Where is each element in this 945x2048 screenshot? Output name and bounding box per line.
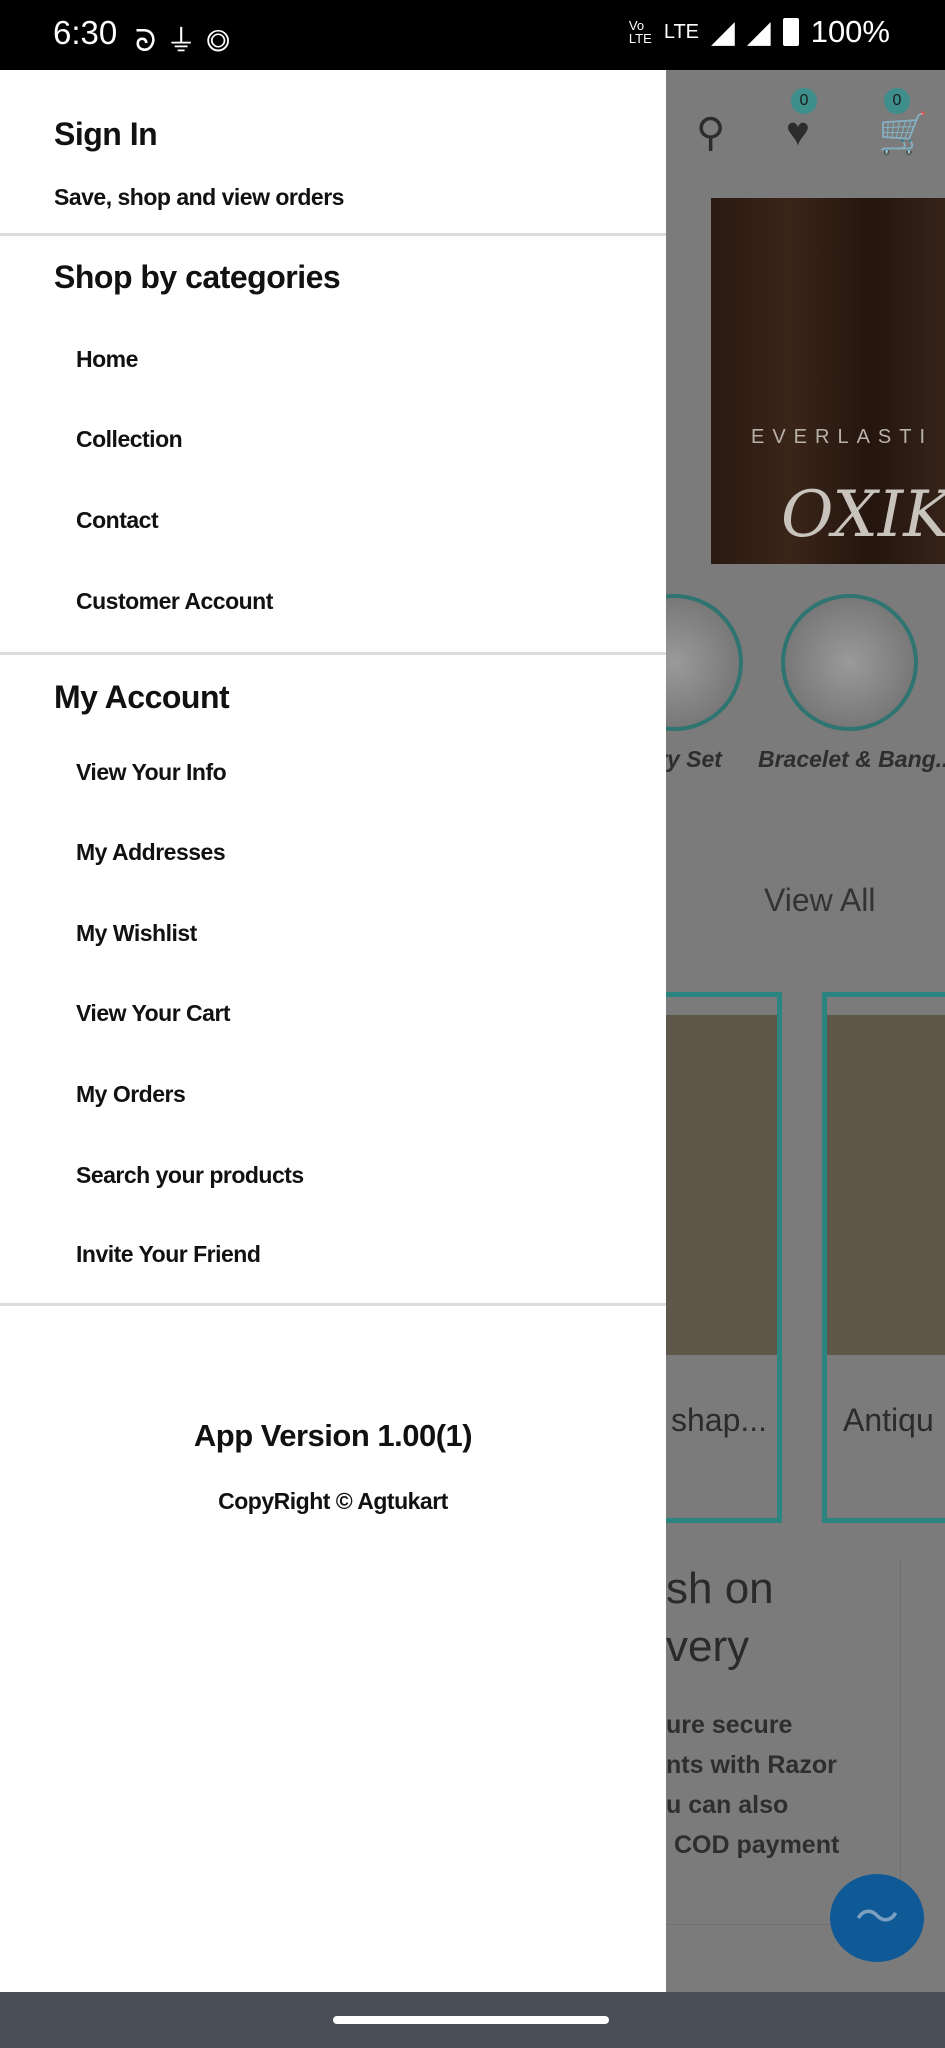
notification-icons: ᘐ⏚◎ (135, 16, 240, 60)
copyright: CopyRight © Agtukart (218, 1488, 448, 1514)
product-name: shap... (671, 1402, 768, 1438)
product-image (666, 1015, 777, 1355)
promo-banner: EVERLASTI OXIK (711, 198, 945, 564)
cod-text: ure secure (666, 1711, 793, 1739)
cod-title: sh on (666, 1564, 774, 1613)
menu-item-addresses[interactable]: My Addresses (76, 839, 226, 866)
category-image (781, 594, 918, 731)
cod-info-box: sh on very ure secure nts with Razor u ca… (666, 1560, 901, 1925)
menu-item-contact[interactable]: Contact (76, 507, 159, 534)
menu-item-wishlist[interactable]: My Wishlist (76, 920, 197, 947)
battery-percent: 100% (810, 14, 890, 49)
system-nav-bar (0, 1992, 945, 2048)
menu-item-customer-account[interactable]: Customer Account (76, 588, 273, 615)
signal-icon: ◢ (711, 14, 735, 49)
menu-item-view-info[interactable]: View Your Info (76, 759, 227, 786)
sign-in-link[interactable]: Sign In (54, 116, 158, 153)
product-card: Antiqu (822, 992, 945, 1523)
menu-item-collection[interactable]: Collection (76, 426, 183, 453)
wishlist-count-badge: 0 (791, 88, 817, 114)
category-label: Bracelet & Bang... (758, 746, 945, 772)
menu-item-invite-friend[interactable]: Invite Your Friend (76, 1241, 261, 1268)
heart-icon: ♥ (786, 110, 810, 154)
divider (0, 652, 666, 655)
sign-in-subtitle: Save, shop and view orders (54, 184, 344, 210)
search-icon: ⚲ (696, 111, 726, 155)
app-version: App Version 1.00(1) (193, 1418, 473, 1453)
lte-label: LTE (663, 20, 700, 43)
divider (0, 233, 666, 236)
banner-logo-text: OXIK (781, 478, 945, 552)
cart-icon: 🛒 (878, 112, 928, 156)
menu-item-cart[interactable]: View Your Cart (76, 1000, 231, 1027)
cod-text: nts with Razor (666, 1751, 837, 1779)
status-time: 6:30 (53, 14, 118, 51)
menu-item-search-products[interactable]: Search your products (76, 1162, 304, 1189)
home-gesture-handle[interactable] (333, 2016, 609, 2024)
cod-text: COD payment (674, 1831, 840, 1859)
product-image (827, 1015, 945, 1355)
battery-charging-icon (782, 18, 799, 46)
menu-item-home[interactable]: Home (76, 346, 138, 373)
banner-text: EVERLASTI (751, 426, 934, 448)
messenger-icon: 〜 (830, 1874, 924, 1962)
view-all-link: View All (764, 882, 876, 918)
cart-count-badge: 0 (884, 88, 910, 114)
usb-icon: ⏚ (166, 25, 207, 58)
product-name: Antiqu (843, 1402, 934, 1438)
product-card: shap... (666, 992, 782, 1523)
category-label: ry Set (666, 746, 722, 772)
cod-text: u can also (666, 1791, 789, 1819)
cod-title: very (666, 1622, 750, 1671)
divider (0, 1303, 666, 1306)
shop-by-categories-heading: Shop by categories (54, 259, 341, 295)
status-bar: 6:30 ᘐ⏚◎ Vo LTE LTE ◢ ◢ 100% (0, 0, 945, 70)
data-saver-icon: ◎ (206, 25, 241, 58)
menu-item-orders[interactable]: My Orders (76, 1081, 186, 1108)
background-page: ⚲ ♥ 0 🛒 0 EVERLASTI OXIK ry Set Bracelet… (666, 70, 945, 1992)
volte-icon: Vo LTE (628, 18, 652, 46)
category-image (666, 594, 743, 731)
my-account-heading: My Account (54, 679, 230, 715)
airtel-icon: ᘐ (135, 25, 167, 58)
signal-icon: ◢ (746, 14, 771, 49)
navigation-drawer: Sign In Save, shop and view orders Shop … (0, 70, 666, 1992)
